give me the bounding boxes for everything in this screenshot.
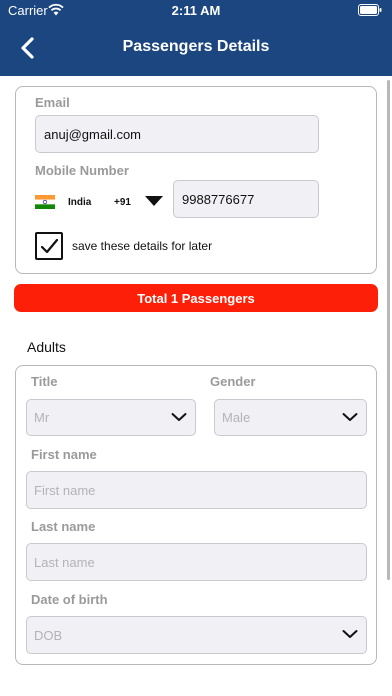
page-title: Passengers Details: [122, 38, 270, 55]
mobile-number-field[interactable]: 9988776677: [173, 180, 319, 218]
nav-bar: Passengers Details: [0, 20, 392, 76]
email-label: Email: [35, 95, 70, 110]
gender-value: Male: [222, 410, 251, 425]
last-name-label: Last name: [31, 519, 96, 534]
gender-select[interactable]: Male: [214, 399, 367, 436]
save-details-label: save these details for later: [72, 239, 213, 253]
first-name-placeholder: First name: [34, 482, 96, 498]
title-label: Title: [31, 374, 58, 389]
country-name: India: [68, 197, 92, 208]
last-name-input[interactable]: Last name: [26, 543, 367, 581]
triangle-down-icon[interactable]: [144, 195, 164, 207]
dob-placeholder: DOB: [34, 627, 63, 643]
first-name-input[interactable]: First name: [26, 471, 367, 509]
chevron-down-icon: [342, 413, 358, 421]
mobile-number-value: 9988776677: [182, 191, 255, 207]
total-passengers-button[interactable]: Total 1 Passengers: [14, 284, 378, 312]
total-passengers-label: Total 1 Passengers: [137, 290, 255, 306]
chevron-down-icon: [342, 630, 358, 638]
title-value: Mr: [34, 410, 50, 425]
india-flag-icon: [35, 195, 55, 209]
status-bar: Carrier 2:11 AM: [0, 0, 392, 20]
last-name-placeholder: Last name: [34, 554, 95, 570]
title-select[interactable]: Mr: [26, 399, 196, 436]
scrollbar[interactable]: [387, 80, 390, 580]
email-field[interactable]: anuj@gmail.com: [35, 115, 319, 153]
date-of-birth-label: Date of birth: [31, 592, 108, 607]
gender-label: Gender: [210, 374, 256, 389]
chevron-down-icon: [171, 413, 187, 421]
mobile-number-label: Mobile Number: [35, 163, 129, 178]
checkmark-icon: [40, 238, 59, 254]
first-name-label: First name: [31, 447, 97, 462]
save-details-checkbox[interactable]: [35, 232, 63, 260]
battery-icon: [358, 4, 382, 16]
adult-passenger-card: Title Gender Mr Male First name First na…: [15, 365, 377, 665]
date-of-birth-select[interactable]: DOB: [26, 616, 367, 654]
status-time: 2:11 AM: [171, 3, 221, 18]
contact-details-card: Email anuj@gmail.com Mobile Number India…: [15, 86, 377, 274]
country-code: +91: [114, 197, 131, 208]
email-value: anuj@gmail.com: [44, 126, 142, 142]
adults-heading: Adults: [27, 339, 66, 355]
